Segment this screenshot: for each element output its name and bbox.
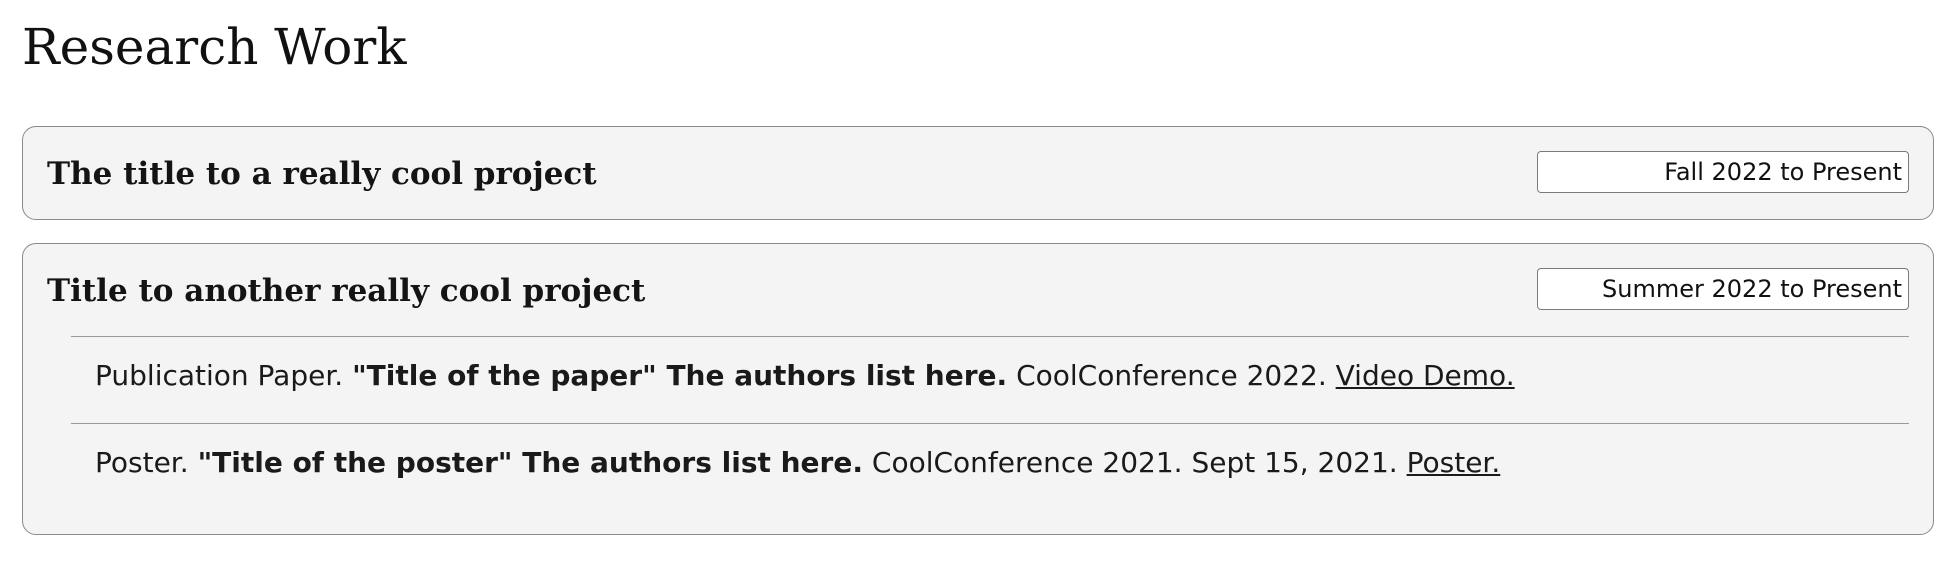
project-header: The title to a really cool project Fall … bbox=[23, 127, 1933, 221]
publication-type: Poster. bbox=[95, 446, 189, 479]
project-title: Title to another really cool project bbox=[47, 273, 646, 309]
project-card: Title to another really cool project Sum… bbox=[22, 243, 1934, 535]
page-title: Research Work bbox=[22, 18, 407, 76]
divider bbox=[71, 336, 1909, 337]
project-date-badge: Fall 2022 to Present bbox=[1537, 151, 1909, 193]
publication-venue: CoolConference 2022. bbox=[1016, 359, 1327, 392]
publication-title-authors: "Title of the poster" The authors list h… bbox=[197, 446, 863, 479]
project-card: The title to a really cool project Fall … bbox=[22, 126, 1934, 220]
publication-item: Publication Paper. "Title of the paper" … bbox=[95, 356, 1903, 396]
publication-type: Publication Paper. bbox=[95, 359, 344, 392]
video-demo-link[interactable]: Video Demo. bbox=[1336, 359, 1515, 392]
project-date-badge: Summer 2022 to Present bbox=[1537, 268, 1909, 310]
divider bbox=[71, 423, 1909, 424]
publication-title-authors: "Title of the paper" The authors list he… bbox=[352, 359, 1008, 392]
publication-venue: CoolConference 2021. Sept 15, 2021. bbox=[871, 446, 1398, 479]
publication-item: Poster. "Title of the poster" The author… bbox=[95, 443, 1903, 483]
poster-link[interactable]: Poster. bbox=[1407, 446, 1501, 479]
project-header: Title to another really cool project Sum… bbox=[23, 244, 1933, 338]
project-title: The title to a really cool project bbox=[47, 156, 597, 192]
